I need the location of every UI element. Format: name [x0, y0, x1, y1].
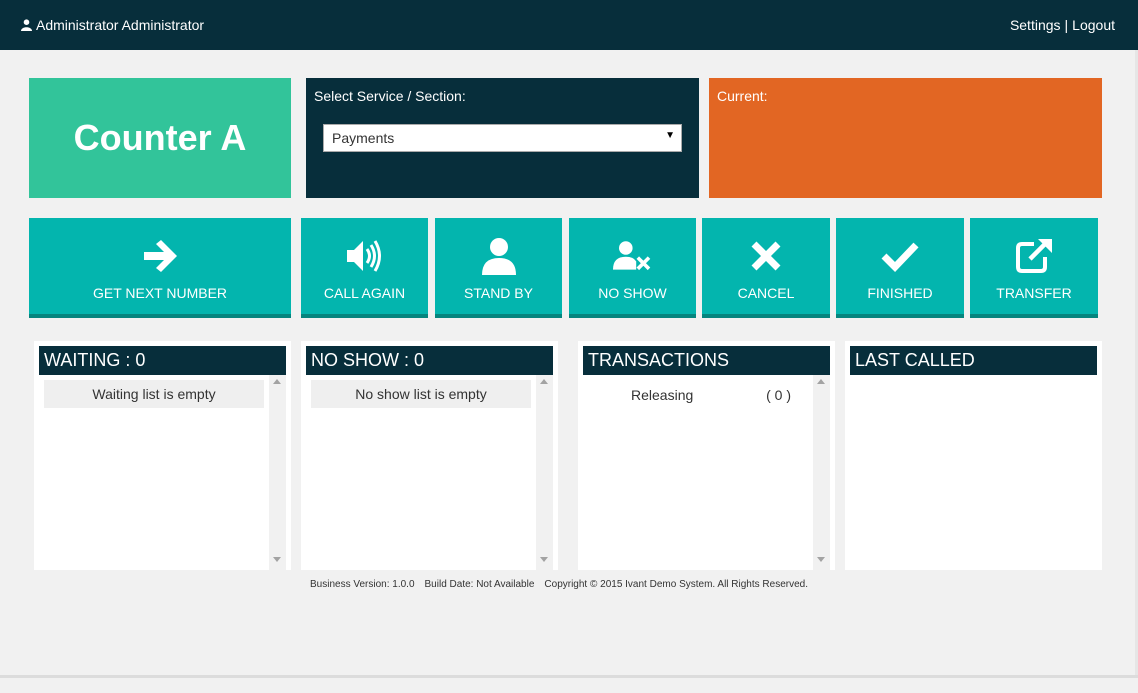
version-text: Business Version: 1.0.0 — [310, 579, 415, 590]
current-label: Current: — [717, 88, 768, 104]
service-label: Select Service / Section: — [314, 88, 466, 104]
transaction-name: Releasing — [631, 387, 694, 403]
scroll-down-icon[interactable] — [273, 557, 281, 562]
waiting-title: WAITING : 0 — [39, 346, 286, 375]
scroll-down-icon[interactable] — [817, 557, 825, 562]
get-next-number-label: GET NEXT NUMBER — [92, 285, 228, 301]
transactions-panel: TRANSACTIONS Releasing ( 0 ) — [578, 341, 835, 570]
user-remove-icon — [612, 241, 650, 271]
cancel-button[interactable]: CANCEL — [702, 218, 830, 318]
arrow-right-icon — [144, 240, 177, 272]
last-called-panel: LAST CALLED — [845, 341, 1102, 570]
build-date-text: Build Date: Not Available — [424, 579, 535, 590]
call-again-button[interactable]: CALL AGAIN — [301, 218, 428, 318]
no-show-title: NO SHOW : 0 — [306, 346, 553, 375]
cancel-label: CANCEL — [737, 285, 795, 301]
user-icon — [481, 238, 516, 275]
top-links: Settings | Logout — [1010, 17, 1115, 33]
user-icon — [21, 19, 32, 31]
check-icon — [881, 242, 919, 272]
finished-button[interactable]: FINISHED — [836, 218, 964, 318]
transaction-count: ( 0 ) — [766, 387, 791, 403]
transfer-label: TRANSFER — [996, 285, 1072, 301]
no-show-panel: NO SHOW : 0 No show list is empty — [301, 341, 558, 570]
no-show-button[interactable]: NO SHOW — [569, 218, 696, 318]
waiting-empty-message: Waiting list is empty — [44, 380, 264, 408]
no-show-empty-message: No show list is empty — [311, 380, 531, 408]
user-name: Administrator Administrator — [36, 17, 205, 33]
stand-by-button[interactable]: STAND BY — [435, 218, 562, 318]
transactions-list[interactable]: Releasing ( 0 ) — [583, 375, 830, 570]
service-select[interactable]: Payments ▼ — [323, 124, 682, 152]
link-separator: | — [1064, 17, 1069, 33]
get-next-number-button[interactable]: GET NEXT NUMBER — [29, 218, 291, 318]
scroll-up-icon[interactable] — [273, 379, 281, 384]
service-panel: Select Service / Section: Payments ▼ — [306, 78, 699, 198]
no-show-label: NO SHOW — [598, 285, 667, 301]
transactions-title: TRANSACTIONS — [583, 346, 830, 375]
logout-link[interactable]: Logout — [1072, 17, 1115, 33]
stand-by-label: STAND BY — [464, 285, 533, 301]
waiting-list[interactable]: Waiting list is empty — [39, 375, 286, 570]
close-icon — [751, 241, 781, 271]
top-bar: Administrator Administrator Settings | L… — [0, 0, 1138, 50]
user-menu[interactable]: Administrator Administrator — [21, 17, 204, 33]
copyright-text: Copyright © 2015 Ivant Demo System. All … — [544, 579, 808, 590]
scroll-down-icon[interactable] — [540, 557, 548, 562]
speaker-icon — [346, 240, 381, 272]
current-panel: Current: — [709, 78, 1102, 198]
dropdown-arrow-icon: ▼ — [665, 130, 675, 141]
transfer-button[interactable]: TRANSFER — [970, 218, 1098, 318]
transactions-scrollbar[interactable] — [813, 375, 830, 570]
settings-link[interactable]: Settings — [1010, 17, 1061, 33]
window-bottom-edge — [0, 675, 1138, 693]
finished-label: FINISHED — [867, 285, 933, 301]
waiting-scrollbar[interactable] — [269, 375, 286, 570]
scroll-up-icon[interactable] — [540, 379, 548, 384]
waiting-panel: WAITING : 0 Waiting list is empty — [34, 341, 291, 570]
counter-name: Counter A — [29, 78, 291, 198]
last-called-title: LAST CALLED — [850, 346, 1097, 375]
no-show-scrollbar[interactable] — [536, 375, 553, 570]
last-called-list — [850, 375, 1097, 570]
scroll-up-icon[interactable] — [817, 379, 825, 384]
service-selected-value: Payments — [332, 130, 395, 146]
transaction-row[interactable]: Releasing ( 0 ) — [631, 387, 791, 403]
no-show-list[interactable]: No show list is empty — [306, 375, 553, 570]
call-again-label: CALL AGAIN — [323, 285, 406, 301]
external-link-icon — [1016, 239, 1052, 273]
